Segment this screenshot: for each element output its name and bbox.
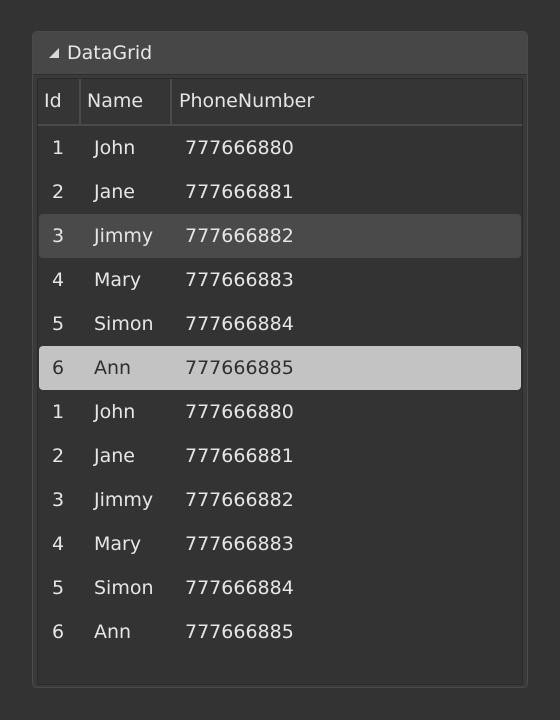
table-row[interactable]: 2 Jane 777666881 [39,434,521,478]
cell-id: 5 [52,313,65,335]
cell-id: 2 [52,445,65,467]
cell-id: 1 [52,137,65,159]
cell-phone: 777666881 [185,445,294,467]
column-header-id[interactable]: Id [38,79,81,124]
cell-id: 6 [52,357,65,379]
cell-name: Jimmy [94,225,154,247]
data-grid: Id Name PhoneNumber 1 John 777666880 2 J… [37,78,523,685]
table-row[interactable]: 6 Ann 777666885 [39,346,521,390]
cell-phone: 777666885 [185,357,294,379]
cell-name: Jane [94,181,135,203]
cell-name: Jane [94,445,135,467]
cell-name: Mary [94,269,142,291]
cell-phone: 777666881 [185,181,294,203]
table-row[interactable]: 1 John 777666880 [39,390,521,434]
table-row[interactable]: 3 Jimmy 777666882 [39,478,521,522]
cell-phone: 777666884 [185,313,294,335]
cell-id: 4 [52,533,65,555]
panel-header[interactable]: DataGrid [33,32,527,75]
cell-name: Simon [94,313,154,335]
table-row[interactable]: 5 Simon 777666884 [39,566,521,610]
cell-id: 1 [52,401,65,423]
table-row[interactable]: 3 Jimmy 777666882 [39,214,521,258]
cell-name: John [94,137,136,159]
cell-id: 3 [52,489,65,511]
column-header-name[interactable]: Name [81,79,172,124]
cell-phone: 777666884 [185,577,294,599]
cell-name: Simon [94,577,154,599]
cell-name: Ann [94,357,132,379]
cell-phone: 777666883 [185,269,294,291]
table-row[interactable]: 6 Ann 777666885 [39,610,521,654]
column-header-phonenumber[interactable]: PhoneNumber [172,79,518,124]
cell-name: Mary [94,533,142,555]
table-row[interactable]: 5 Simon 777666884 [39,302,521,346]
cell-phone: 777666883 [185,533,294,555]
cell-id: 6 [52,621,65,643]
cell-phone: 777666882 [185,489,294,511]
grid-rows: 1 John 777666880 2 Jane 777666881 3 Jimm… [38,126,522,654]
cell-phone: 777666880 [185,137,294,159]
panel-title: DataGrid [67,42,153,64]
cell-phone: 777666880 [185,401,294,423]
datagrid-panel: DataGrid Id Name PhoneNumber 1 John 7776… [32,31,528,688]
table-row[interactable]: 2 Jane 777666881 [39,170,521,214]
cell-id: 3 [52,225,65,247]
grid-header: Id Name PhoneNumber [38,79,522,126]
cell-id: 5 [52,577,65,599]
cell-phone: 777666885 [185,621,294,643]
cell-id: 2 [52,181,65,203]
triangle-collapse-icon[interactable] [49,48,59,58]
cell-name: Jimmy [94,489,154,511]
table-row[interactable]: 1 John 777666880 [39,126,521,170]
cell-name: Ann [94,621,132,643]
table-row[interactable]: 4 Mary 777666883 [39,522,521,566]
cell-phone: 777666882 [185,225,294,247]
cell-id: 4 [52,269,65,291]
table-row[interactable]: 4 Mary 777666883 [39,258,521,302]
cell-name: John [94,401,136,423]
